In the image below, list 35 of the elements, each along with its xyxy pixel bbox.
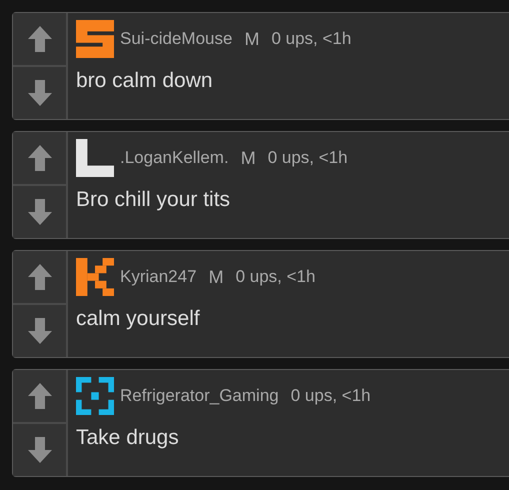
comment-meta: 0 ups, <1h bbox=[271, 29, 352, 49]
username-link[interactable]: Refrigerator_Gaming bbox=[120, 386, 279, 406]
comment-text: calm yourself bbox=[76, 307, 201, 331]
comment-text: Bro chill your tits bbox=[76, 188, 232, 212]
downvote-button[interactable] bbox=[13, 422, 66, 476]
upvote-button[interactable] bbox=[13, 132, 66, 184]
avatar-icon[interactable] bbox=[76, 20, 114, 58]
up-arrow-icon bbox=[26, 144, 52, 172]
upvote-button[interactable] bbox=[13, 251, 66, 303]
downvote-button[interactable] bbox=[13, 65, 66, 119]
avatar-icon[interactable] bbox=[76, 377, 114, 415]
down-arrow-icon bbox=[26, 317, 52, 345]
up-arrow-icon bbox=[26, 382, 52, 410]
down-arrow-icon bbox=[26, 79, 52, 107]
mod-label: M bbox=[208, 266, 224, 288]
comment-text: bro calm down bbox=[76, 69, 214, 93]
upvote-button[interactable] bbox=[13, 370, 66, 422]
username-link[interactable]: .LoganKellem. bbox=[120, 148, 229, 168]
up-arrow-icon bbox=[26, 25, 52, 53]
downvote-button[interactable] bbox=[13, 184, 66, 238]
username-link[interactable]: Kyrian247 bbox=[120, 267, 197, 287]
username-link[interactable]: Sui-cideMouse bbox=[120, 29, 232, 49]
avatar-icon[interactable] bbox=[76, 139, 114, 177]
comment-meta: 0 ups, <1h bbox=[236, 267, 316, 287]
down-arrow-icon bbox=[26, 436, 52, 464]
comment-meta: 0 ups, <1h bbox=[290, 386, 371, 406]
down-arrow-icon bbox=[26, 198, 52, 226]
upvote-button[interactable] bbox=[13, 13, 66, 65]
up-arrow-icon bbox=[26, 263, 52, 291]
downvote-button[interactable] bbox=[13, 303, 66, 357]
avatar-icon[interactable] bbox=[76, 258, 114, 296]
comment-meta: 0 ups, <1h bbox=[268, 148, 348, 168]
comment-text: Take drugs bbox=[76, 426, 180, 450]
mod-label: M bbox=[240, 148, 256, 168]
mod-label: M bbox=[244, 28, 260, 50]
